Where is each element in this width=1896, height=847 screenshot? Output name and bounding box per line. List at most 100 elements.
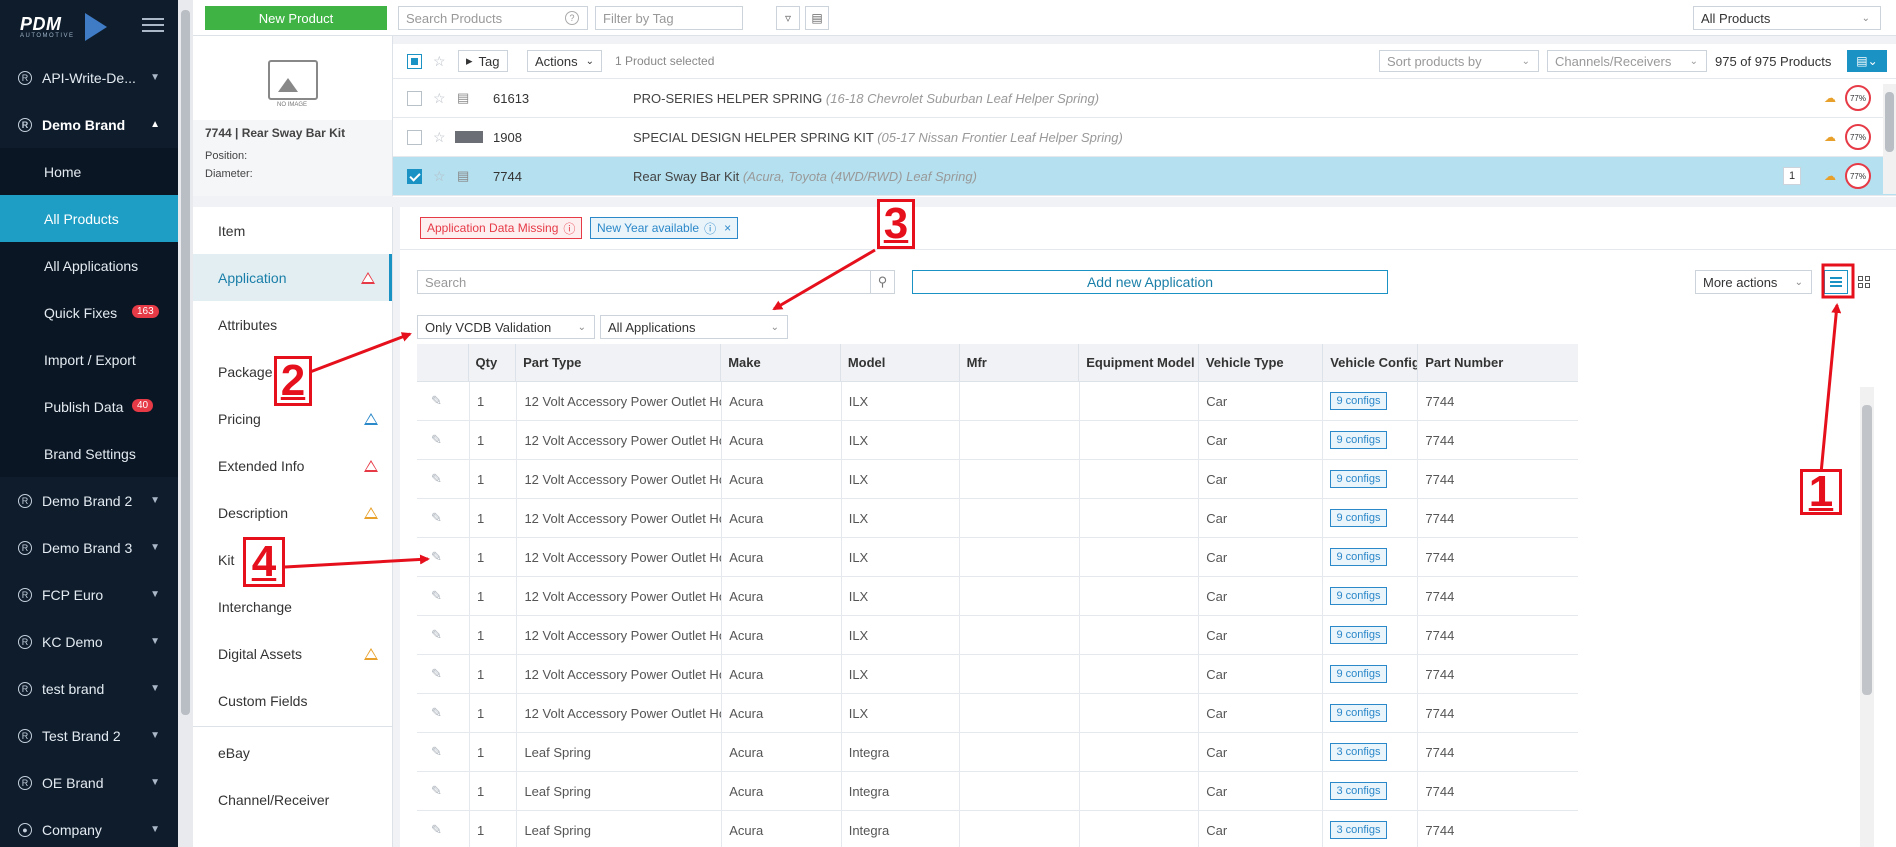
col-header-part-number[interactable]: Part Number — [1418, 344, 1578, 381]
row-checkbox[interactable] — [407, 168, 422, 184]
tab-ebay[interactable]: eBay — [193, 729, 392, 776]
column-settings-button[interactable]: ▤⌄ — [1847, 50, 1887, 72]
vehicle-configs-badge[interactable]: 3 configs — [1330, 743, 1387, 761]
edit-pencil-icon[interactable]: ✎ — [431, 744, 442, 760]
vehicle-configs-badge[interactable]: 9 configs — [1330, 704, 1387, 722]
search-icon[interactable]: ⚲ — [870, 271, 894, 293]
vehicle-configs-badge[interactable]: 9 configs — [1330, 587, 1387, 605]
vehicle-configs-badge[interactable]: 9 configs — [1330, 431, 1387, 449]
edit-pencil-icon[interactable]: ✎ — [431, 432, 442, 448]
vehicle-configs-badge[interactable]: 9 configs — [1330, 626, 1387, 644]
table-row[interactable]: ✎ 112 Volt Accessory Power Outlet Housing… — [417, 616, 1578, 655]
vehicle-configs-badge[interactable]: 9 configs — [1330, 548, 1387, 566]
vehicle-configs-badge[interactable]: 3 configs — [1330, 782, 1387, 800]
tab-channel-receiver[interactable]: Channel/Receiver — [193, 776, 392, 823]
star-icon[interactable]: ☆ — [433, 129, 446, 146]
col-header-mfr[interactable]: Mfr — [960, 344, 1080, 381]
star-icon[interactable]: ☆ — [433, 90, 446, 107]
star-icon[interactable]: ☆ — [433, 53, 446, 70]
sidebar-brand-demo-brand-2[interactable]: R Demo Brand 2 ▼ — [0, 477, 178, 524]
sidebar-brand-fcp-euro[interactable]: R FCP Euro ▼ — [0, 571, 178, 618]
sidebar-item-company[interactable]: ● Company ▼ — [0, 806, 178, 847]
table-row[interactable]: ✎ 112 Volt Accessory Power Outlet Housing… — [417, 538, 1578, 577]
help-icon[interactable]: ? — [565, 11, 579, 25]
row-checkbox[interactable] — [407, 129, 422, 145]
sidebar-brand-api-write[interactable]: R API-Write-De... ▼ — [0, 54, 178, 101]
actions-button[interactable]: Actions ⌄ — [527, 50, 603, 72]
edit-pencil-icon[interactable]: ✎ — [431, 588, 442, 604]
vehicle-configs-badge[interactable]: 3 configs — [1330, 821, 1387, 839]
list-view-button[interactable] — [1824, 270, 1848, 294]
edit-pencil-icon[interactable]: ✎ — [431, 471, 442, 487]
sidebar-brand-oe-brand[interactable]: R OE Brand ▼ — [0, 759, 178, 806]
table-row[interactable]: ✎ 112 Volt Accessory Power Outlet Housing… — [417, 499, 1578, 538]
tab-extended-info[interactable]: Extended Info — [193, 442, 392, 489]
table-row[interactable]: ✎ 112 Volt Accessory Power Outlet Housing… — [417, 694, 1578, 733]
filter-by-tag-input[interactable]: Filter by Tag — [595, 6, 743, 30]
saved-filter-icon[interactable]: ▤ — [805, 6, 829, 30]
tab-application[interactable]: Application — [193, 254, 392, 301]
close-icon[interactable]: × — [724, 221, 731, 235]
col-header-part-type[interactable]: Part Type — [516, 344, 722, 381]
star-icon[interactable]: ☆ — [433, 168, 446, 185]
tag-button[interactable]: ▸ Tag — [458, 50, 508, 72]
tab-digital-assets[interactable]: Digital Assets — [193, 630, 392, 677]
tab-description[interactable]: Description — [193, 489, 392, 536]
new-product-button[interactable]: New Product — [205, 6, 387, 30]
menu-collapse-icon[interactable] — [142, 18, 164, 36]
grid-view-button[interactable] — [1852, 270, 1876, 294]
table-row[interactable]: ✎ 112 Volt Accessory Power Outlet Housing… — [417, 577, 1578, 616]
col-header-equipment-model[interactable]: Equipment Model — [1079, 344, 1199, 381]
sidebar-item-publish-data[interactable]: Publish Data 40 — [0, 383, 178, 430]
product-list-scrollbar[interactable] — [1883, 84, 1896, 194]
table-row[interactable]: ✎ 1 Leaf Spring Acura Integra Car 3 configs 774… — [417, 733, 1578, 772]
sidebar-item-all-applications[interactable]: All Applications — [0, 242, 178, 289]
edit-pencil-icon[interactable]: ✎ — [431, 510, 442, 526]
more-actions-dropdown[interactable]: More actions ⌄ — [1695, 270, 1812, 294]
table-row[interactable]: ✎ 112 Volt Accessory Power Outlet Housing… — [417, 421, 1578, 460]
tab-attributes[interactable]: Attributes — [193, 301, 392, 348]
channels-receivers-select[interactable]: Channels/Receivers ⌄ — [1547, 50, 1707, 72]
table-row[interactable]: ✎ 1 Leaf Spring Acura Integra Car 3 configs 774… — [417, 772, 1578, 811]
sidebar-item-all-products[interactable]: All Products — [0, 195, 178, 242]
search-products-input[interactable]: Search Products? — [398, 6, 588, 30]
tab-item[interactable]: Item — [193, 207, 392, 254]
vehicle-configs-badge[interactable]: 9 configs — [1330, 470, 1387, 488]
scrollbar-thumb[interactable] — [1885, 92, 1894, 152]
edit-pencil-icon[interactable]: ✎ — [431, 393, 442, 409]
vehicle-configs-badge[interactable]: 9 configs — [1330, 509, 1387, 527]
validation-filter-select[interactable]: Only VCDB Validation ⌄ — [417, 315, 595, 339]
edit-pencil-icon[interactable]: ✎ — [431, 549, 442, 565]
sidebar-item-brand-settings[interactable]: Brand Settings — [0, 430, 178, 477]
sidebar-item-home[interactable]: Home — [0, 148, 178, 195]
sort-products-select[interactable]: Sort products by ⌄ — [1379, 50, 1539, 72]
table-row[interactable]: ✎ 112 Volt Accessory Power Outlet Housing… — [417, 382, 1578, 421]
sidebar-brand-demo-brand[interactable]: R Demo Brand ▲ — [0, 101, 178, 148]
sidebar-item-quick-fixes[interactable]: Quick Fixes 163 — [0, 289, 178, 336]
tab-interchange[interactable]: Interchange — [193, 583, 392, 630]
col-header-vehicle-type[interactable]: Vehicle Type — [1199, 344, 1324, 381]
tab-custom-fields[interactable]: Custom Fields — [193, 677, 392, 724]
new-year-available-tag[interactable]: New Year available ⓘ × — [590, 217, 739, 239]
sidebar-brand-kc-demo[interactable]: R KC Demo ▼ — [0, 618, 178, 665]
table-scrollbar[interactable] — [1860, 387, 1874, 847]
edit-pencil-icon[interactable]: ✎ — [431, 666, 442, 682]
sidebar-brand-demo-brand-3[interactable]: R Demo Brand 3 ▼ — [0, 524, 178, 571]
table-row[interactable]: ✎ 112 Volt Accessory Power Outlet Housing… — [417, 655, 1578, 694]
edit-pencil-icon[interactable]: ✎ — [431, 822, 442, 838]
application-search-input[interactable]: Search ⚲ — [417, 270, 895, 294]
sidebar-item-import-export[interactable]: Import / Export — [0, 336, 178, 383]
tab-kit[interactable]: Kit — [193, 536, 392, 583]
col-header-model[interactable]: Model — [841, 344, 960, 381]
product-row[interactable]: ☆ ▤ 61613 PRO-SERIES HELPER SPRING (16-1… — [393, 79, 1896, 118]
sidebar-brand-test-brand[interactable]: Rtest brand ▼ — [0, 665, 178, 712]
product-row-selected[interactable]: ☆ ▤ 7744 Rear Sway Bar Kit (Acura, Toyot… — [393, 157, 1896, 196]
col-header-vehicle-configs[interactable]: Vehicle Configs — [1323, 344, 1419, 381]
product-row[interactable]: ☆ 1908 SPECIAL DESIGN HELPER SPRING KIT … — [393, 118, 1896, 157]
scrollbar-thumb[interactable] — [181, 10, 190, 715]
table-row[interactable]: ✎ 1 Leaf Spring Acura Integra Car 3 configs 774… — [417, 811, 1578, 847]
edit-pencil-icon[interactable]: ✎ — [431, 705, 442, 721]
row-checkbox[interactable] — [407, 90, 422, 106]
scrollbar-thumb[interactable] — [1862, 405, 1872, 695]
products-scope-select[interactable]: All Products ⌄ — [1693, 6, 1881, 30]
